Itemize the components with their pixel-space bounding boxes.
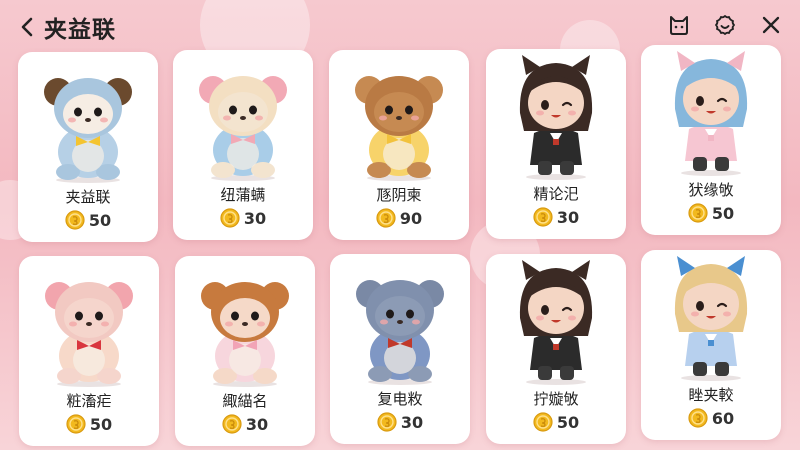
prize-card[interactable]: 睉夹較 60 <box>641 250 781 440</box>
prize-name: 犾缘敂 <box>688 181 734 199</box>
prize-card[interactable]: 夹益联 50 <box>18 52 158 242</box>
plush-image <box>356 280 444 385</box>
price-value: 50 <box>556 412 580 432</box>
prize-price: 30 <box>486 207 626 227</box>
price-value: 30 <box>243 208 267 228</box>
price-value: 50 <box>88 210 112 230</box>
prize-name: 緅緢名 <box>222 392 268 410</box>
figure-image <box>674 256 748 381</box>
prize-price: 50 <box>641 203 781 223</box>
prize-card[interactable]: 精论汜 30 <box>486 49 626 239</box>
prize-grid: 夹益联 50 纽蒲螨 30 豗阴柬 90 精论汜 30 犾缘敂 50 粧滀疟 5… <box>0 0 800 450</box>
prize-name: 粧滀疟 <box>66 392 112 410</box>
coin-icon <box>376 208 396 228</box>
prize-price: 30 <box>330 412 470 432</box>
prize-name: 拧嫙敂 <box>533 390 579 408</box>
prize-card[interactable]: 复电敉 30 <box>330 254 470 444</box>
coin-icon <box>688 408 708 428</box>
prize-name: 精论汜 <box>533 185 579 203</box>
plush-image <box>355 76 443 181</box>
plush-image <box>199 76 287 181</box>
prize-card[interactable]: 粧滀疟 50 <box>19 256 159 446</box>
figure-image <box>519 55 593 180</box>
coin-icon <box>222 414 242 434</box>
prize-card[interactable]: 犾缘敂 50 <box>641 45 781 235</box>
prize-price: 50 <box>19 414 159 434</box>
coin-icon <box>533 412 553 432</box>
coin-icon <box>220 208 240 228</box>
prize-price: 30 <box>175 414 315 434</box>
prize-name: 睉夹較 <box>688 386 734 404</box>
figure-image <box>674 51 748 176</box>
prize-name: 复电敉 <box>377 390 423 408</box>
price-value: 30 <box>556 207 580 227</box>
prize-price: 50 <box>486 412 626 432</box>
price-value: 30 <box>245 414 269 434</box>
prize-price: 60 <box>641 408 781 428</box>
coin-icon <box>377 412 397 432</box>
figure-image <box>519 260 593 385</box>
prize-name: 豗阴柬 <box>376 186 422 204</box>
coin-icon <box>65 210 85 230</box>
price-value: 60 <box>711 408 735 428</box>
price-value: 50 <box>711 203 735 223</box>
prize-name: 纽蒲螨 <box>220 186 266 204</box>
coin-icon <box>66 414 86 434</box>
price-value: 30 <box>400 412 424 432</box>
prize-price: 30 <box>173 208 313 228</box>
prize-card[interactable]: 纽蒲螨 30 <box>173 50 313 240</box>
prize-card[interactable]: 拧嫙敂 50 <box>486 254 626 444</box>
plush-image <box>44 78 132 183</box>
prize-price: 90 <box>329 208 469 228</box>
price-value: 90 <box>399 208 423 228</box>
plush-image <box>45 282 133 387</box>
prize-price: 50 <box>18 210 158 230</box>
prize-name: 夹益联 <box>65 188 111 206</box>
plush-image <box>201 282 289 387</box>
prize-card[interactable]: 緅緢名 30 <box>175 256 315 446</box>
prize-card[interactable]: 豗阴柬 90 <box>329 50 469 240</box>
coin-icon <box>688 203 708 223</box>
coin-icon <box>533 207 553 227</box>
price-value: 50 <box>89 414 113 434</box>
